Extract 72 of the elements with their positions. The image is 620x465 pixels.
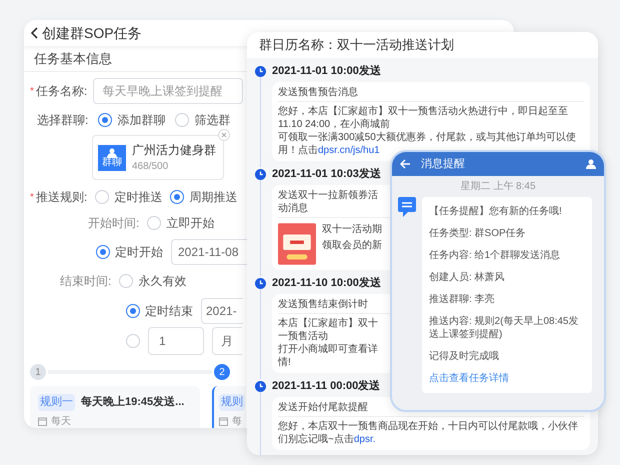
group-name: 广州活力健身群 [132,142,216,159]
back-icon[interactable] [30,27,38,39]
message-time: 星期二 上午 8:45 [460,180,536,194]
event-time: 2021-11-01 10:03发送 [272,167,381,182]
message-line: 【任务提醒】您有新的任务哦! [429,205,563,218]
radio-button[interactable] [170,190,184,204]
member-count: 468/500 [132,160,170,174]
field-label: 开始时间: [88,215,140,232]
option-label: 定时推送 [114,189,162,206]
message-title: 发送双十一拉新领券活动消息 [278,189,379,215]
option-label: 添加群聊 [117,112,166,129]
radio-button[interactable] [126,304,140,318]
message-title: 发送预售结束倒计时 [278,298,369,311]
rule-tag: 规则一 [38,394,75,410]
event-time: 2021-11-01 10:00发送 [272,64,381,79]
option-label: 永久有效 [138,273,186,290]
rule-tag: 规则 [219,394,245,410]
close-icon[interactable] [218,129,230,141]
message-text: 双十一活动期 [322,222,382,237]
message-line: 任务类型: 群SOP任务 [429,227,527,240]
calendar-icon [38,416,47,426]
message-title: 发送开始付尾款提醒 [278,401,369,414]
message-line: 任务内容: 给1个群聊发送消息 [429,249,562,262]
field-label: 选择群聊: [37,112,88,129]
back-arrow-icon[interactable] [400,159,411,169]
rule-frequency: 每天 [51,414,71,428]
option-label: 立即开始 [166,215,214,232]
message-title: 发送预售预告消息 [278,86,359,99]
message-link[interactable]: dpsr. [354,434,376,445]
option-label: 定时开始 [115,244,163,261]
radio-button[interactable] [96,245,110,259]
message-icon [398,197,416,217]
clock-icon [255,169,266,180]
required-mark: * [30,84,34,98]
window-title: 创建群SOP任务 [42,24,142,42]
message-text: 领取会员的新 [322,238,382,253]
date-field[interactable]: 2021- [201,298,243,324]
message-text: 打开小商城即可查看详情! [278,343,379,369]
option-label: 定时结束 [145,303,193,320]
message-text: 您好，本店双十一预售商品现在开始，十日内可以付尾款哦，小伙伴们别忘记哦~点击dpsr. [278,420,579,446]
message-line: 记得及时完成哦 [429,350,500,363]
message-line: 推送内容: 规则2(每天早上08:45发送上课签到提醒) [429,315,580,341]
number-field[interactable]: 1 [148,327,204,355]
message-line: 推送群聊: 李亮 [429,293,496,306]
step-number[interactable]: 2 [214,364,230,380]
calendar-icon [219,416,228,426]
clock-icon [255,278,266,289]
field-label: 推送规则: [36,189,88,206]
section-title: 任务基本信息 [34,50,112,68]
rule-card[interactable]: 规则 每 [212,386,246,428]
message-text: 您好，本店【汇家超市】双十一预售活动火热进行中，即日起至至11.10 24:00，在小商城前 [278,105,569,131]
required-mark: * [30,190,34,204]
event-time: 2021-11-10 10:00发送 [272,276,381,291]
task-details-link[interactable]: 点击查看任务详情 [429,372,585,385]
event-time: 2021-11-11 00:00发送 [272,379,380,394]
calendar-title: 群日历名称：双十一活动推送计划 [259,36,454,54]
clock-icon [255,381,266,392]
unit-select[interactable]: 月 [212,327,242,355]
option-label: 周期推送 [189,189,238,206]
rule-frequency: 每 [232,414,242,428]
radio-button[interactable] [98,113,112,127]
message-link[interactable]: dpsr.cn/js/hu1 [318,145,380,156]
message-text: 本店【汇家超市】双十一预售活动 [278,317,379,343]
user-icon[interactable] [586,159,596,169]
rule-card[interactable]: 规则一 每天晚上19:45发送... 每天 [30,386,200,428]
message-line: 创建人员: 林萧风 [429,271,506,284]
field-label: 结束时间: [60,273,112,290]
coupon-drawing [278,222,316,266]
rule-title: 每天晚上19:45发送... [81,394,184,410]
field-label: 任务名称: [36,83,88,100]
clock-icon [255,66,266,77]
option-label: 筛选群 [194,112,230,129]
